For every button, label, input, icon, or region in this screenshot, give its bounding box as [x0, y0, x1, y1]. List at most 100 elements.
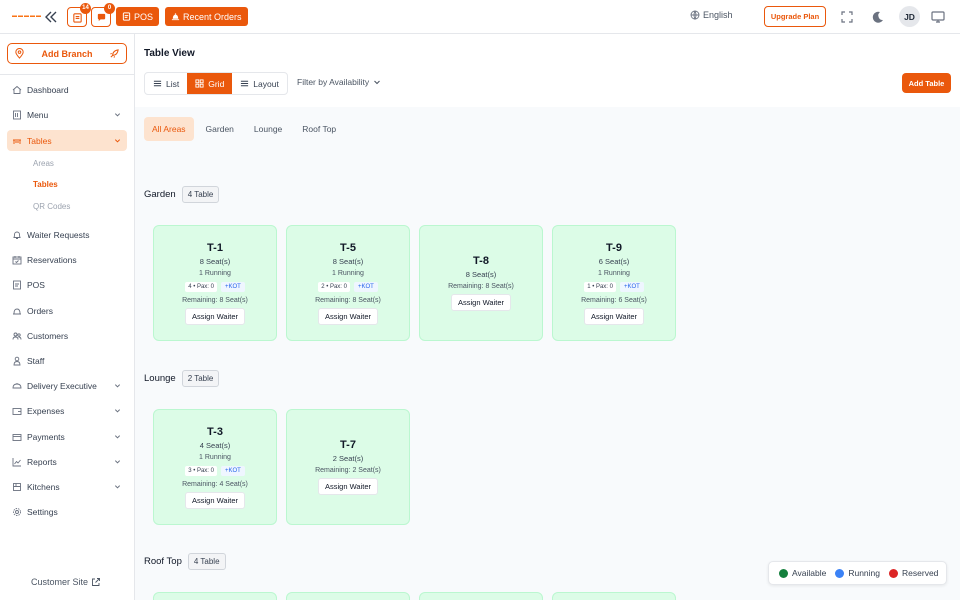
table-card-t8[interactable]: T-8 8 Seat(s) Remaining: 8 Seat(s) Assig…	[419, 225, 543, 341]
view-grid-button[interactable]: Grid	[187, 73, 233, 94]
sidebar-item-tables[interactable]: Tables	[7, 130, 127, 151]
table-card-t9[interactable]: T-9 6 Seat(s) 1 Running 1 • Pax: 0 +KOT …	[552, 225, 676, 341]
customer-site-link[interactable]: Customer Site	[31, 577, 101, 587]
table-card-partial[interactable]	[419, 592, 543, 600]
assign-waiter-button[interactable]: Assign Waiter	[185, 307, 245, 325]
section-title: Garden	[144, 189, 176, 200]
pax-chip[interactable]: 4 • Pax: 0	[185, 281, 217, 292]
table-name: T-1	[207, 241, 223, 254]
filter-availability-dropdown[interactable]: Filter by Availability	[297, 77, 381, 87]
monitor-icon[interactable]	[930, 9, 946, 25]
section-title: Roof Top	[144, 556, 182, 567]
pax-chip[interactable]: 2 • Pax: 0	[318, 281, 350, 292]
sidebar-item-label: Expenses	[27, 405, 65, 416]
table-seats: 8 Seat(s)	[332, 256, 364, 266]
clipboard-icon	[72, 12, 82, 23]
assign-waiter-button[interactable]: Assign Waiter	[451, 294, 511, 311]
assign-waiter-button[interactable]: Assign Waiter	[584, 307, 644, 325]
table-remaining: Remaining: 8 Seat(s)	[182, 296, 248, 304]
language-selector[interactable]: English	[690, 10, 733, 20]
pax-chip[interactable]: 3 • Pax: 0	[185, 465, 217, 476]
sidebar-item-pos[interactable]: POS	[7, 274, 127, 295]
sidebar-item-label: Tables	[27, 135, 52, 146]
page-title: Table View	[144, 48, 195, 59]
sidebar-subitem-tables[interactable]: Tables	[33, 180, 58, 189]
table-seats: 4 Seat(s)	[199, 440, 231, 450]
sidebar-item-reports[interactable]: Reports	[7, 451, 127, 472]
kot-chip[interactable]: +KOT	[353, 281, 378, 292]
sidebar-item-customers[interactable]: Customers	[7, 325, 127, 346]
receipt-icon	[13, 280, 21, 289]
messages-button[interactable]: 0	[91, 3, 115, 27]
kot-chip[interactable]: +KOT	[220, 281, 245, 292]
sidebar-divider	[0, 74, 134, 75]
table-card-partial[interactable]	[153, 592, 277, 600]
sidebar-item-label: Kitchens	[27, 481, 60, 492]
section-count: 2 Table	[181, 370, 220, 387]
staff-icon	[13, 356, 21, 365]
assign-waiter-button[interactable]: Assign Waiter	[318, 307, 378, 325]
legend-dot	[779, 568, 788, 578]
user-avatar[interactable]: JD	[899, 6, 920, 27]
pos-label: POS	[134, 11, 154, 22]
table-remaining: Remaining: 6 Seat(s)	[581, 296, 647, 304]
pax-chip[interactable]: 1 • Pax: 0	[584, 281, 616, 292]
sidebar-item-kitchens[interactable]: Kitchens	[7, 476, 127, 497]
notifications-button[interactable]: 14	[67, 3, 91, 27]
recent-orders-button[interactable]: Recent Orders	[165, 7, 248, 26]
table-card-partial[interactable]	[552, 592, 676, 600]
chevron-down-icon	[374, 80, 381, 85]
table-card-t5[interactable]: T-5 8 Seat(s) 1 Running 2 • Pax: 0 +KOT …	[286, 225, 410, 341]
globe-icon	[690, 10, 700, 20]
grid-icon	[195, 79, 204, 88]
add-table-button[interactable]: Add Table	[902, 73, 951, 93]
collapse-sidebar-icon[interactable]	[43, 9, 59, 25]
fullscreen-icon[interactable]	[839, 9, 855, 25]
add-branch-button[interactable]: Add Branch	[7, 43, 127, 64]
external-link-icon	[92, 578, 100, 586]
sidebar-item-label: Customers	[27, 330, 69, 341]
section-count: 4 Table	[181, 186, 220, 203]
assign-waiter-button[interactable]: Assign Waiter	[318, 478, 378, 495]
sidebar-item-delivery-executive[interactable]: Delivery Executive	[7, 375, 127, 396]
tab-all-areas[interactable]: All Areas	[144, 117, 194, 141]
upgrade-plan-button[interactable]: Upgrade Plan	[764, 6, 826, 27]
view-list-button[interactable]: List	[145, 73, 187, 94]
sidebar-item-waiter-requests[interactable]: Waiter Requests	[7, 224, 127, 245]
kot-chip[interactable]: +KOT	[220, 465, 245, 476]
dark-mode-icon[interactable]	[870, 9, 886, 25]
pos-button[interactable]: POS	[116, 7, 160, 26]
sidebar-item-staff[interactable]: Staff	[7, 350, 127, 371]
sidebar-item-payments[interactable]: Payments	[7, 426, 127, 447]
card-icon	[12, 433, 22, 441]
sidebar-item-settings[interactable]: Settings	[7, 501, 127, 522]
app-logo[interactable]: ▬▬▬▬▬	[12, 13, 42, 19]
sidebar-item-reservations[interactable]: Reservations	[7, 249, 127, 270]
sidebar-item-dashboard[interactable]: Dashboard	[7, 79, 127, 100]
sidebar-item-label: Orders	[27, 305, 53, 316]
view-layout-button[interactable]: Layout	[232, 73, 287, 94]
table-card-t3[interactable]: T-3 4 Seat(s) 1 Running 3 • Pax: 0 +KOT …	[153, 409, 277, 525]
table-seats: 8 Seat(s)	[465, 270, 497, 279]
kot-chip[interactable]: +KOT	[619, 281, 644, 292]
sidebar-subitem-areas[interactable]: Areas	[33, 159, 54, 168]
sidebar-item-expenses[interactable]: Expenses	[7, 400, 127, 421]
chevron-down-icon	[114, 435, 121, 439]
sidebar-item-menu[interactable]: Menu	[7, 104, 127, 125]
tab-lounge[interactable]: Lounge	[246, 117, 290, 141]
sidebar-item-orders[interactable]: Orders	[7, 300, 127, 321]
legend-dot	[889, 568, 899, 578]
view-toggle: List Grid Layout	[144, 72, 288, 95]
tab-garden[interactable]: Garden	[198, 117, 242, 141]
menu-book-icon	[13, 110, 21, 119]
assign-waiter-button[interactable]: Assign Waiter	[185, 491, 245, 509]
sidebar-subitem-qr-codes[interactable]: QR Codes	[33, 202, 70, 211]
tab-roof-top[interactable]: Roof Top	[294, 117, 344, 141]
sidebar-item-label: POS	[27, 279, 45, 290]
page-header: Table View List Grid Layout Filter by Av…	[135, 34, 960, 107]
table-card-t1[interactable]: T-1 8 Seat(s) 1 Running 4 • Pax: 0 +KOT …	[153, 225, 277, 341]
table-remaining: Remaining: 8 Seat(s)	[315, 296, 381, 304]
table-card-partial[interactable]	[286, 592, 410, 600]
table-card-t7[interactable]: T-7 2 Seat(s) Remaining: 2 Seat(s) Assig…	[286, 409, 410, 525]
sidebar: Add Branch Dashboard Menu Tables Areas T…	[0, 34, 135, 600]
